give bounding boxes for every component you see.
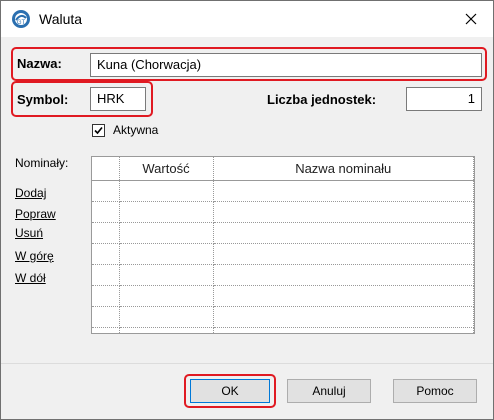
table-cell [92, 264, 120, 286]
table-cell [213, 285, 474, 307]
table-cell [213, 306, 474, 328]
popraw-link[interactable]: Popraw [15, 207, 56, 221]
table-row[interactable] [92, 222, 474, 244]
usun-link[interactable]: Usuń [15, 226, 43, 240]
table-cell [213, 243, 474, 265]
window-title: Waluta [39, 11, 83, 27]
column-header-nazwa-nominalu[interactable]: Nazwa nominału [213, 157, 474, 181]
table-cell [119, 222, 214, 244]
w-dol-link[interactable]: W dół [15, 271, 46, 285]
help-button[interactable]: Pomoc [393, 379, 477, 403]
close-button[interactable] [449, 1, 493, 37]
dodaj-link[interactable]: Dodaj [15, 186, 46, 200]
cancel-button[interactable]: Anuluj [287, 379, 371, 403]
close-icon [465, 13, 477, 25]
column-header-indicator [92, 157, 120, 181]
aktywna-label: Aktywna [113, 123, 159, 137]
table-cell [92, 327, 120, 333]
table-cell [119, 327, 214, 333]
table-cell [119, 264, 214, 286]
ok-button[interactable]: OK [190, 379, 270, 403]
table-cell [119, 180, 214, 202]
table-cell [119, 243, 214, 265]
table-cell [119, 285, 214, 307]
title-bar: GT Waluta [1, 1, 493, 37]
table-cell [92, 222, 120, 244]
table-header-row: Wartość Nazwa nominału [92, 157, 474, 181]
aktywna-checkbox[interactable] [92, 124, 105, 137]
table-cell [213, 222, 474, 244]
app-logo-icon: GT [12, 10, 30, 28]
liczba-jednostek-input[interactable]: 1 [406, 87, 482, 111]
table-row[interactable] [92, 180, 474, 202]
checkmark-icon [94, 126, 103, 135]
svg-text:GT: GT [17, 20, 26, 26]
table-row[interactable] [92, 201, 474, 223]
nazwa-label: Nazwa: [17, 56, 62, 71]
table-row[interactable] [92, 264, 474, 286]
table-cell [92, 306, 120, 328]
table-cell [92, 180, 120, 202]
table-row[interactable] [92, 285, 474, 307]
table-cell [213, 264, 474, 286]
symbol-label: Symbol: [17, 92, 69, 107]
table-cell [92, 285, 120, 307]
table-cell [119, 201, 214, 223]
table-row[interactable] [92, 306, 474, 328]
nominaly-table[interactable]: Wartość Nazwa nominału [91, 156, 475, 334]
dialog-window: GT Waluta Nazwa: Kuna (Chorwacja) Symbol… [0, 0, 494, 420]
table-row[interactable] [92, 327, 474, 333]
nazwa-input[interactable]: Kuna (Chorwacja) [90, 53, 482, 77]
symbol-input[interactable]: HRK [90, 87, 146, 111]
table-cell [92, 201, 120, 223]
table-cell [119, 306, 214, 328]
table-cell [213, 327, 474, 333]
table-cell [213, 180, 474, 202]
table-cell [213, 201, 474, 223]
w-gore-link[interactable]: W górę [15, 249, 54, 263]
button-bar: OK Anuluj Pomoc [1, 363, 493, 419]
nominaly-label: Nominały: [15, 156, 69, 170]
table-cell [92, 243, 120, 265]
table-row[interactable] [92, 243, 474, 265]
liczba-jednostek-label: Liczba jednostek: [267, 92, 377, 107]
column-header-wartosc[interactable]: Wartość [119, 157, 214, 181]
